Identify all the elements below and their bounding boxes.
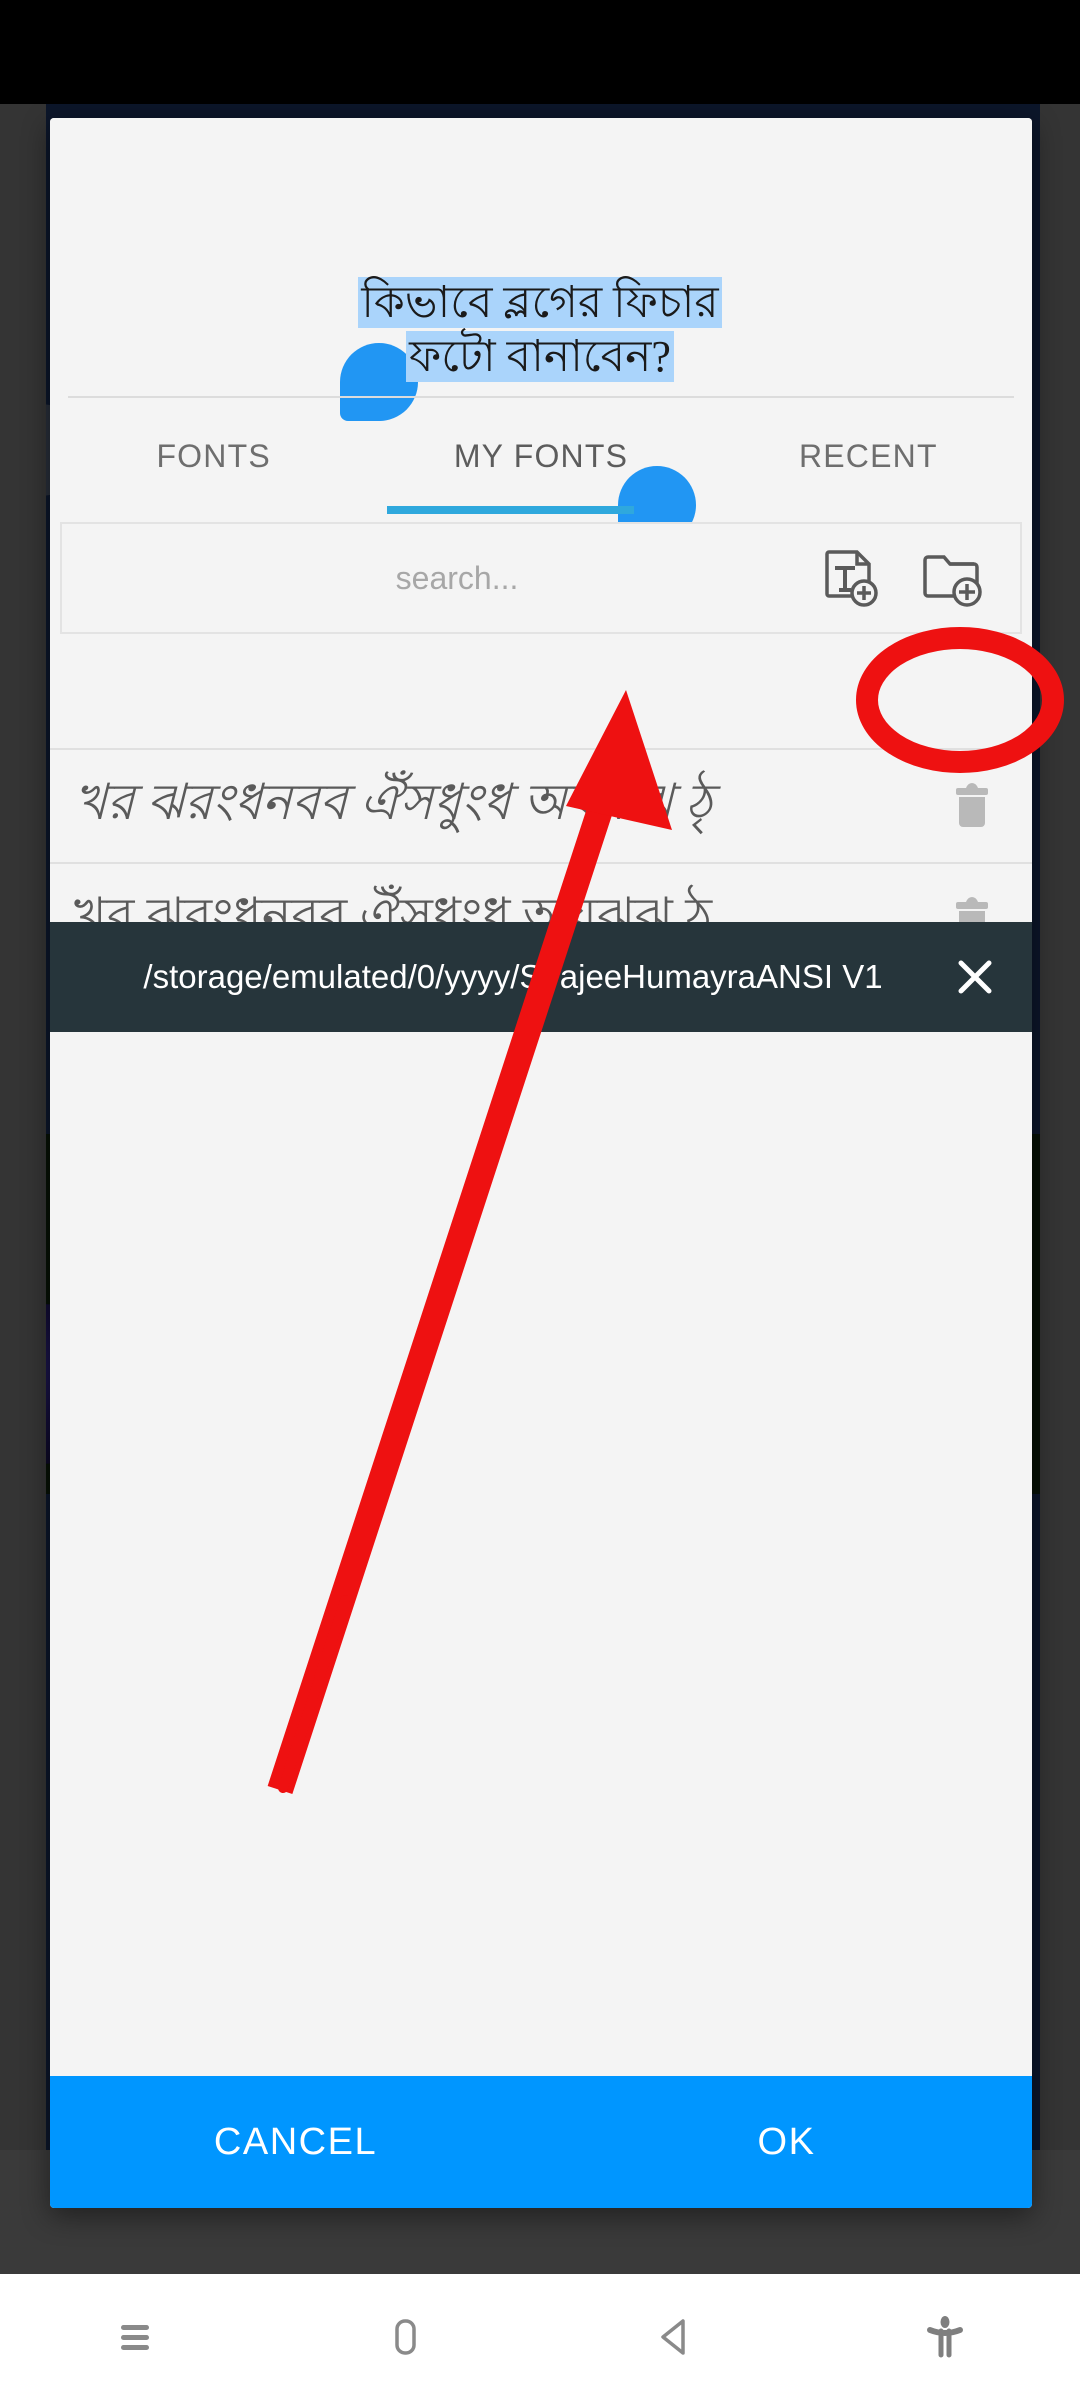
snackbar-close-icon[interactable] — [944, 946, 1006, 1008]
tab-recent[interactable]: RECENT — [705, 398, 1032, 514]
cancel-button[interactable]: CANCEL — [50, 2076, 541, 2208]
preview-text-value: কিভাবে ব্লগের ফিচার ফটো বানাবেন? — [358, 277, 722, 382]
add-font-folder-icon[interactable] — [912, 539, 990, 617]
menu-icon — [121, 2325, 149, 2350]
font-preview-area: কিভাবে ব্লগের ফিচার ফটো বানাবেন? — [50, 118, 1032, 544]
accessibility-icon — [927, 2316, 963, 2358]
font-picker-dialog: কিভাবে ব্লগের ফিচার ফটো বানাবেন? FONTS M… — [50, 118, 1032, 2208]
tab-my-fonts[interactable]: MY FONTS — [377, 398, 704, 514]
status-bar — [0, 0, 1080, 104]
dialog-action-bar: CANCEL OK — [50, 2076, 1032, 2208]
tab-fonts[interactable]: FONTS — [50, 398, 377, 514]
tab-bar: FONTS MY FONTS RECENT — [50, 398, 1032, 514]
preview-text: কিভাবে ব্লগের ফিচার ফটো বানাবেন? — [320, 276, 760, 383]
accessibility-button[interactable] — [810, 2311, 1080, 2363]
tab-indicator — [387, 506, 634, 514]
search-row — [60, 522, 1022, 634]
delete-icon[interactable] — [912, 778, 1032, 834]
recents-button[interactable] — [0, 2311, 270, 2363]
android-nav-bar — [0, 2274, 1080, 2400]
add-font-file-icon[interactable] — [810, 539, 888, 617]
home-icon — [395, 2319, 416, 2355]
phone-screen: কিভাবে ব্লগের ফিচার ফটো বানাবেন? FONTS M… — [0, 0, 1080, 2400]
back-triangle-icon — [661, 2319, 685, 2355]
snackbar-message: /storage/emulated/0/yyyy/SirajeeHumayraA… — [143, 958, 883, 996]
path-snackbar: /storage/emulated/0/yyyy/SirajeeHumayraA… — [50, 922, 1032, 1032]
ok-button[interactable]: OK — [541, 2076, 1032, 2208]
back-button[interactable] — [540, 2311, 810, 2363]
home-button[interactable] — [270, 2311, 540, 2363]
font-sample-text: খর ঝরংধনবব ঐঁসধুংধ অঘঝঝ ঠৃ — [74, 773, 713, 830]
table-row[interactable]: খর ঝরংধনবব ঐঁসধুংধ অঘঝঝ ঠৃ — [50, 748, 1032, 864]
font-list: খর ঝরংধনবব ঐঁসধুংধ অঘঝঝ ঠৃ খর ঝরংধনবব ঐঁ… — [50, 634, 1032, 2076]
